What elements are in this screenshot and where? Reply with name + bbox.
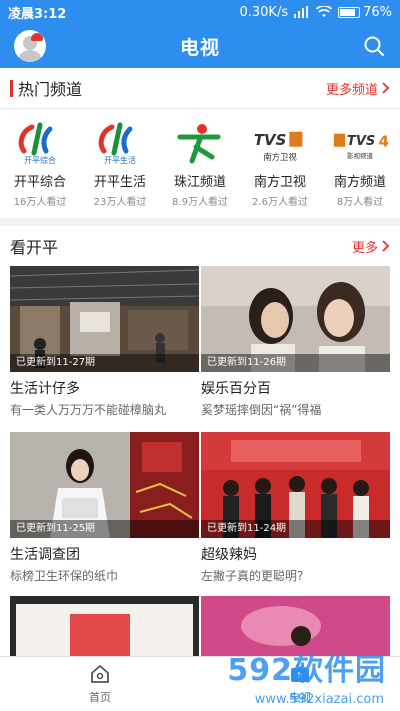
program-title: 生活调查团 (10, 547, 80, 563)
show-thumbnail-image (201, 596, 390, 656)
program-thumbnail[interactable]: 已更新到11-24期 (201, 432, 390, 538)
more-channels-link[interactable]: 更多频道 (326, 79, 390, 98)
program-title: 生活计仔多 (10, 381, 80, 397)
wifi-icon (316, 6, 333, 17)
program-title: 娱乐百分百 (201, 381, 271, 397)
program-card[interactable]: 已更新到11-26期 娱乐百分百 奚梦瑶摔倒因“祸”得福 (201, 266, 390, 418)
svg-text:TVS: TVS (254, 131, 286, 149)
channel-item[interactable]: 珠江频道 8.9万人看过 (164, 121, 236, 208)
svg-text:开平生活: 开平生活 (104, 155, 136, 165)
kaiping-header: 看开平 更多 (0, 226, 400, 266)
status-time: 凌晨3:12 (8, 6, 67, 22)
update-badge: 已更新到11-25期 (10, 520, 199, 538)
kaiping-shenghuo-logo-icon: 开平生活 (92, 121, 148, 165)
nav-home[interactable]: 首页 (0, 657, 200, 711)
more-link[interactable]: 更多 (352, 237, 390, 256)
more-channels-label: 更多频道 (325, 82, 378, 98)
app-screen: 凌晨3:12 0.30K/s 76% 电视 热门频道 更多频道 开平综合 开平综… (0, 0, 400, 711)
channel-views: 2.6万人看过 (252, 197, 308, 208)
hot-channels-title: 热门频道 (18, 80, 83, 99)
signal-icon (294, 6, 309, 18)
update-badge: 已更新到11-27期 (10, 354, 199, 372)
channel-list: 开平综合 开平综合 16万人看过 开平生活 开平生活 23万人看过 珠江频道 8… (0, 109, 400, 208)
program-card[interactable]: 已更新到11-27期 生活计仔多 有一类人万万万不能碰樟脑丸 (10, 266, 199, 418)
status-bar: 凌晨3:12 0.30K/s 76% (0, 0, 400, 24)
program-card[interactable]: 已更新到11-25期 生活调查团 标榜卫生环保的纸巾 (10, 432, 199, 584)
status-right: 0.30K/s 76% (239, 5, 392, 20)
channel-name: 开平综合 (13, 175, 66, 190)
program-thumbnail[interactable]: 已更新到11-25期 (10, 432, 199, 538)
program-card[interactable] (10, 596, 199, 656)
home-icon (91, 665, 109, 683)
program-card[interactable] (201, 596, 390, 656)
program-subtitle: 左撇子真的更聪明? (201, 569, 304, 583)
nanfang-channel-logo-icon: TVS 4 影视频道 (332, 121, 388, 165)
svg-text:影视频道: 影视频道 (347, 151, 374, 160)
hot-channels-header: 热门频道 更多频道 (0, 68, 400, 108)
hot-channels-section: 热门频道 更多频道 开平综合 开平综合 16万人看过 开平生活 开平生活 23万… (0, 68, 400, 218)
program-subtitle: 有一类人万万万不能碰樟脑丸 (10, 403, 167, 417)
update-badge: 已更新到11-24期 (201, 520, 390, 538)
channel-name: 南方频道 (333, 175, 386, 190)
update-badge: 已更新到11-26期 (201, 354, 390, 372)
channel-name: 南方卫视 (253, 175, 306, 190)
kaiping-section: 看开平 更多 已更新到11-27期 生活计仔多 有一类人万万万不能碰樟脑丸 已更… (0, 226, 400, 656)
chevron-right-icon (382, 82, 390, 94)
channel-item[interactable]: 开平生活 开平生活 23万人看过 (84, 121, 156, 208)
program-thumbnail[interactable] (10, 596, 199, 656)
channel-name: 开平生活 (93, 175, 146, 190)
chevron-right-icon (382, 240, 390, 252)
bottom-nav: 首页 电视 (0, 656, 400, 711)
channel-views: 8万人看过 (336, 197, 384, 208)
channel-item[interactable]: 开平综合 开平综合 16万人看过 (4, 121, 76, 208)
avatar[interactable] (14, 30, 46, 62)
entertainment-thumbnail-image (10, 596, 199, 656)
battery-percent: 76% (363, 4, 392, 20)
svg-text:TVS: TVS (347, 134, 375, 149)
nav-tv-label: 电视 (289, 691, 311, 704)
network-speed: 0.30K/s (239, 4, 289, 20)
program-thumbnail[interactable] (201, 596, 390, 656)
kaiping-title: 看开平 (10, 238, 59, 257)
kaiping-zonghe-logo-icon: 开平综合 (12, 121, 68, 165)
app-header: 电视 (0, 24, 400, 68)
battery-icon (338, 6, 361, 18)
program-thumbnail[interactable]: 已更新到11-27期 (10, 266, 199, 372)
zhujiang-logo-icon (172, 121, 228, 165)
nav-tv[interactable]: 电视 (200, 657, 400, 711)
channel-views: 16万人看过 (13, 197, 67, 208)
search-icon[interactable] (362, 34, 386, 58)
channel-name: 珠江频道 (173, 175, 226, 190)
program-thumbnail[interactable]: 已更新到11-26期 (201, 266, 390, 372)
channel-views: 8.9万人看过 (172, 197, 228, 208)
section-accent-bar (10, 79, 13, 97)
program-subtitle: 奚梦瑶摔倒因“祸”得福 (201, 403, 322, 417)
channel-item[interactable]: TVS 南方卫视 南方卫视 2.6万人看过 (244, 121, 316, 208)
program-title: 超级辣妈 (201, 547, 257, 563)
more-label: 更多 (351, 240, 378, 256)
svg-text:南方卫视: 南方卫视 (263, 152, 297, 162)
svg-text:4: 4 (379, 133, 388, 151)
program-subtitle: 标榜卫生环保的纸巾 (10, 569, 119, 583)
svg-text:开平综合: 开平综合 (24, 155, 56, 165)
battery: 76% (338, 5, 392, 20)
nav-home-label: 首页 (89, 691, 111, 704)
channel-item[interactable]: TVS 4 影视频道 南方频道 8万人看过 (324, 121, 396, 208)
page-title: 电视 (179, 36, 220, 59)
nanfang-weishi-logo-icon: TVS 南方卫视 (252, 121, 308, 165)
channel-views: 23万人看过 (93, 197, 147, 208)
tv-icon (291, 664, 309, 682)
program-card[interactable]: 已更新到11-24期 超级辣妈 左撇子真的更聪明? (201, 432, 390, 584)
